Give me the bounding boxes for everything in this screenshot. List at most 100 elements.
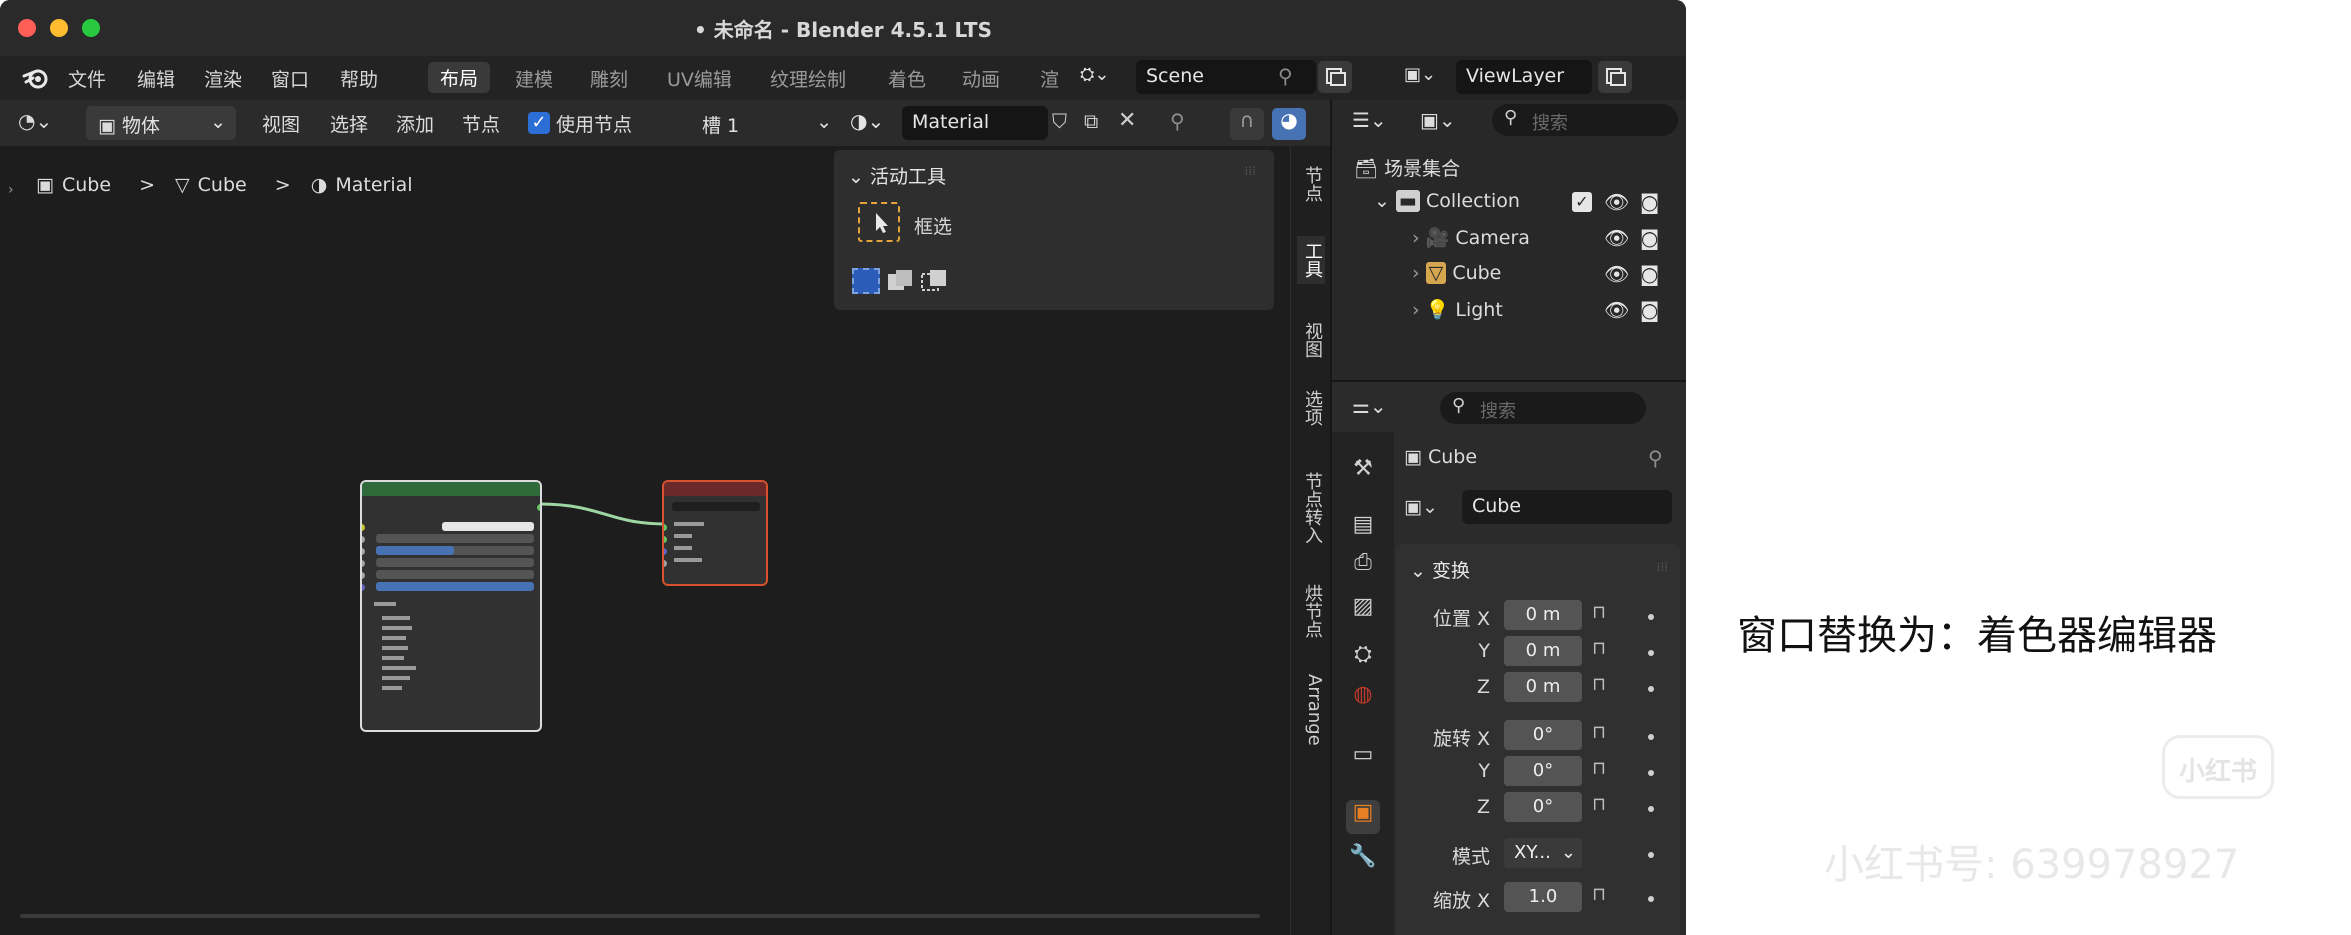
- visibility-eye-icon[interactable]: 👁: [1604, 298, 1629, 322]
- outliner-collection[interactable]: ⌄ ▬ Collection: [1374, 190, 1520, 212]
- menu-node[interactable]: 节点: [462, 110, 500, 137]
- menu-help[interactable]: 帮助: [340, 65, 378, 92]
- use-nodes-checkbox[interactable]: ✓: [528, 112, 550, 134]
- render-camera-icon[interactable]: ◙: [1640, 190, 1659, 214]
- world-tab-icon[interactable]: ◍: [1346, 682, 1380, 716]
- menu-view[interactable]: 视图: [262, 110, 300, 137]
- input-socket[interactable]: [362, 524, 365, 531]
- duplicate-material-icon[interactable]: ⧉: [1084, 109, 1098, 133]
- tab-bake-nodes[interactable]: 烘节点: [1297, 584, 1325, 638]
- lock-icon[interactable]: ⊓: [1592, 638, 1606, 659]
- displacement-input-socket[interactable]: [664, 548, 667, 555]
- outliner-filter-icon[interactable]: ▣⌄: [1420, 108, 1456, 132]
- properties-search-input[interactable]: ⚲ 搜索: [1440, 392, 1646, 424]
- pin-icon[interactable]: ⚲: [1278, 64, 1293, 88]
- location-x-field[interactable]: 0 m: [1504, 600, 1582, 630]
- slot-dropdown[interactable]: 槽 1 ⌄: [690, 106, 840, 140]
- input-socket[interactable]: [362, 548, 365, 555]
- thickness-input-socket[interactable]: [664, 560, 667, 567]
- outliner-display-mode-icon[interactable]: ☰⌄: [1352, 108, 1387, 132]
- unlink-material-icon[interactable]: ✕: [1118, 108, 1136, 133]
- bsdf-output-socket[interactable]: [537, 504, 540, 511]
- rotation-z-field[interactable]: 0°: [1504, 792, 1582, 822]
- view-layer-field[interactable]: ViewLayer: [1456, 60, 1592, 94]
- output-tab-icon[interactable]: ⎙: [1346, 550, 1380, 584]
- panel-drag-handle[interactable]: ⁞⁞⁞: [1657, 560, 1668, 574]
- transform-panel-header[interactable]: ⌄ 变换: [1410, 556, 1470, 583]
- mode-dropdown[interactable]: ▣ 物体 ⌄: [86, 106, 236, 140]
- visibility-eye-icon[interactable]: 👁: [1604, 190, 1629, 214]
- horizontal-scrollbar[interactable]: [20, 914, 1260, 918]
- render-tab-icon[interactable]: ▤: [1346, 512, 1380, 546]
- keyframe-dot-icon[interactable]: [1648, 650, 1654, 656]
- visibility-eye-icon[interactable]: 👁: [1604, 262, 1629, 286]
- menu-edit[interactable]: 编辑: [137, 65, 175, 92]
- outliner-item-camera[interactable]: › 🎥 Camera: [1412, 226, 1530, 249]
- menu-add[interactable]: 添加: [396, 110, 434, 137]
- render-camera-icon[interactable]: ◙: [1640, 298, 1659, 322]
- new-scene-button[interactable]: [1318, 61, 1352, 93]
- pin-icon[interactable]: ⚲: [1648, 446, 1663, 470]
- fake-user-shield-icon[interactable]: ⛉: [1052, 109, 1067, 133]
- tab-view[interactable]: 视图: [1297, 322, 1325, 358]
- outliner-item-light[interactable]: › 💡 Light: [1412, 298, 1503, 321]
- lock-icon[interactable]: ⊓: [1592, 758, 1606, 779]
- input-socket[interactable]: [362, 572, 365, 579]
- view-layer-tab-icon[interactable]: ▨: [1346, 594, 1380, 628]
- tool-settings-tab-icon[interactable]: ⚒: [1346, 456, 1380, 490]
- menu-window[interactable]: 窗口: [271, 65, 309, 92]
- input-socket[interactable]: [362, 536, 365, 543]
- lock-icon[interactable]: ⊓: [1592, 794, 1606, 815]
- lock-icon[interactable]: ⊓: [1592, 674, 1606, 695]
- collection-exclude-checkbox[interactable]: ✓: [1572, 192, 1592, 212]
- scene-selector-icon[interactable]: ⛭⌄: [1080, 64, 1132, 94]
- outliner-item-cube[interactable]: › ▽ Cube: [1412, 262, 1501, 284]
- blender-logo-icon[interactable]: [22, 64, 50, 92]
- rotation-mode-dropdown[interactable]: XY... ⌄: [1504, 838, 1582, 868]
- keyframe-dot-icon[interactable]: [1648, 614, 1654, 620]
- lock-icon[interactable]: ⊓: [1592, 884, 1606, 905]
- rotation-x-field[interactable]: 0°: [1504, 720, 1582, 750]
- tab-texture-paint[interactable]: 纹理绘制: [770, 65, 846, 92]
- keyframe-dot-icon[interactable]: [1648, 806, 1654, 812]
- overlays-icon[interactable]: ◕: [1272, 108, 1306, 140]
- tab-shading[interactable]: 着色: [888, 65, 926, 92]
- lock-icon[interactable]: ⊓: [1592, 602, 1606, 623]
- visibility-eye-icon[interactable]: 👁: [1604, 226, 1629, 250]
- tab-sculpting[interactable]: 雕刻: [590, 65, 628, 92]
- scene-tab-icon[interactable]: ⛭: [1346, 642, 1380, 676]
- volume-input-socket[interactable]: [664, 536, 667, 543]
- render-camera-icon[interactable]: ◙: [1640, 262, 1659, 286]
- scale-x-field[interactable]: 1.0: [1504, 882, 1582, 912]
- properties-editor-type-icon[interactable]: ⚌⌄: [1352, 394, 1387, 418]
- tab-tool[interactable]: 工具: [1297, 236, 1325, 284]
- keyframe-dot-icon[interactable]: [1648, 770, 1654, 776]
- tab-node-wrangler[interactable]: 节点转入: [1297, 472, 1325, 544]
- outliner-scene-collection[interactable]: 🗃 场景集合: [1354, 154, 1460, 181]
- render-camera-icon[interactable]: ◙: [1640, 226, 1659, 250]
- object-name-field[interactable]: Cube: [1462, 490, 1672, 524]
- surface-input-socket[interactable]: [664, 524, 667, 531]
- rotation-y-field[interactable]: 0°: [1504, 756, 1582, 786]
- keyframe-dot-icon[interactable]: [1648, 686, 1654, 692]
- material-name-field[interactable]: Material: [902, 106, 1048, 140]
- outliner-search-input[interactable]: ⚲ 搜索: [1492, 104, 1678, 136]
- collection-tab-icon[interactable]: ▭: [1346, 742, 1380, 776]
- input-socket[interactable]: [362, 560, 365, 567]
- keyframe-dot-icon[interactable]: [1648, 852, 1654, 858]
- object-tab-icon[interactable]: ▣: [1346, 800, 1380, 834]
- tab-node[interactable]: 节点: [1297, 166, 1325, 202]
- location-z-field[interactable]: 0 m: [1504, 672, 1582, 702]
- snapping-magnet-icon[interactable]: ∩: [1230, 108, 1264, 140]
- node-canvas[interactable]: › ▣ Cube > ▽ Cube > ◑ Material ⌄ 活动工具 ⁞⁞⁞ 框…: [0, 146, 1290, 935]
- principled-bsdf-node[interactable]: [360, 480, 542, 732]
- tab-animation[interactable]: 动画: [962, 65, 1000, 92]
- tab-rendering[interactable]: 渲: [1040, 65, 1059, 92]
- lock-icon[interactable]: ⊓: [1592, 722, 1606, 743]
- view-layer-icon[interactable]: ▣⌄: [1404, 64, 1454, 94]
- modifier-wrench-icon[interactable]: 🔧: [1346, 844, 1380, 878]
- new-view-layer-button[interactable]: [1598, 61, 1632, 93]
- menu-render[interactable]: 渲染: [204, 65, 242, 92]
- location-y-field[interactable]: 0 m: [1504, 636, 1582, 666]
- material-output-node[interactable]: [662, 480, 768, 586]
